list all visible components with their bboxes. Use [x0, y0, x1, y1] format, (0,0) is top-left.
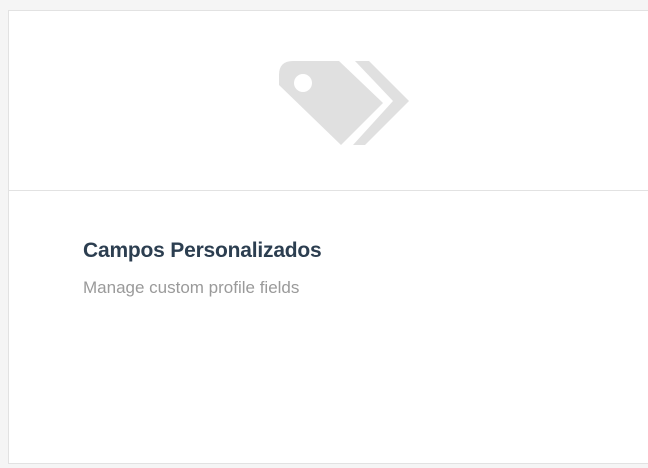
card-title[interactable]: Campos Personalizados [83, 237, 648, 265]
tags-icon [261, 39, 411, 161]
card-body: Campos Personalizados Manage custom prof… [83, 237, 648, 299]
card-description: Manage custom profile fields [83, 278, 300, 297]
custom-fields-card[interactable]: Campos Personalizados Manage custom prof… [8, 10, 648, 464]
card-header [9, 11, 648, 191]
